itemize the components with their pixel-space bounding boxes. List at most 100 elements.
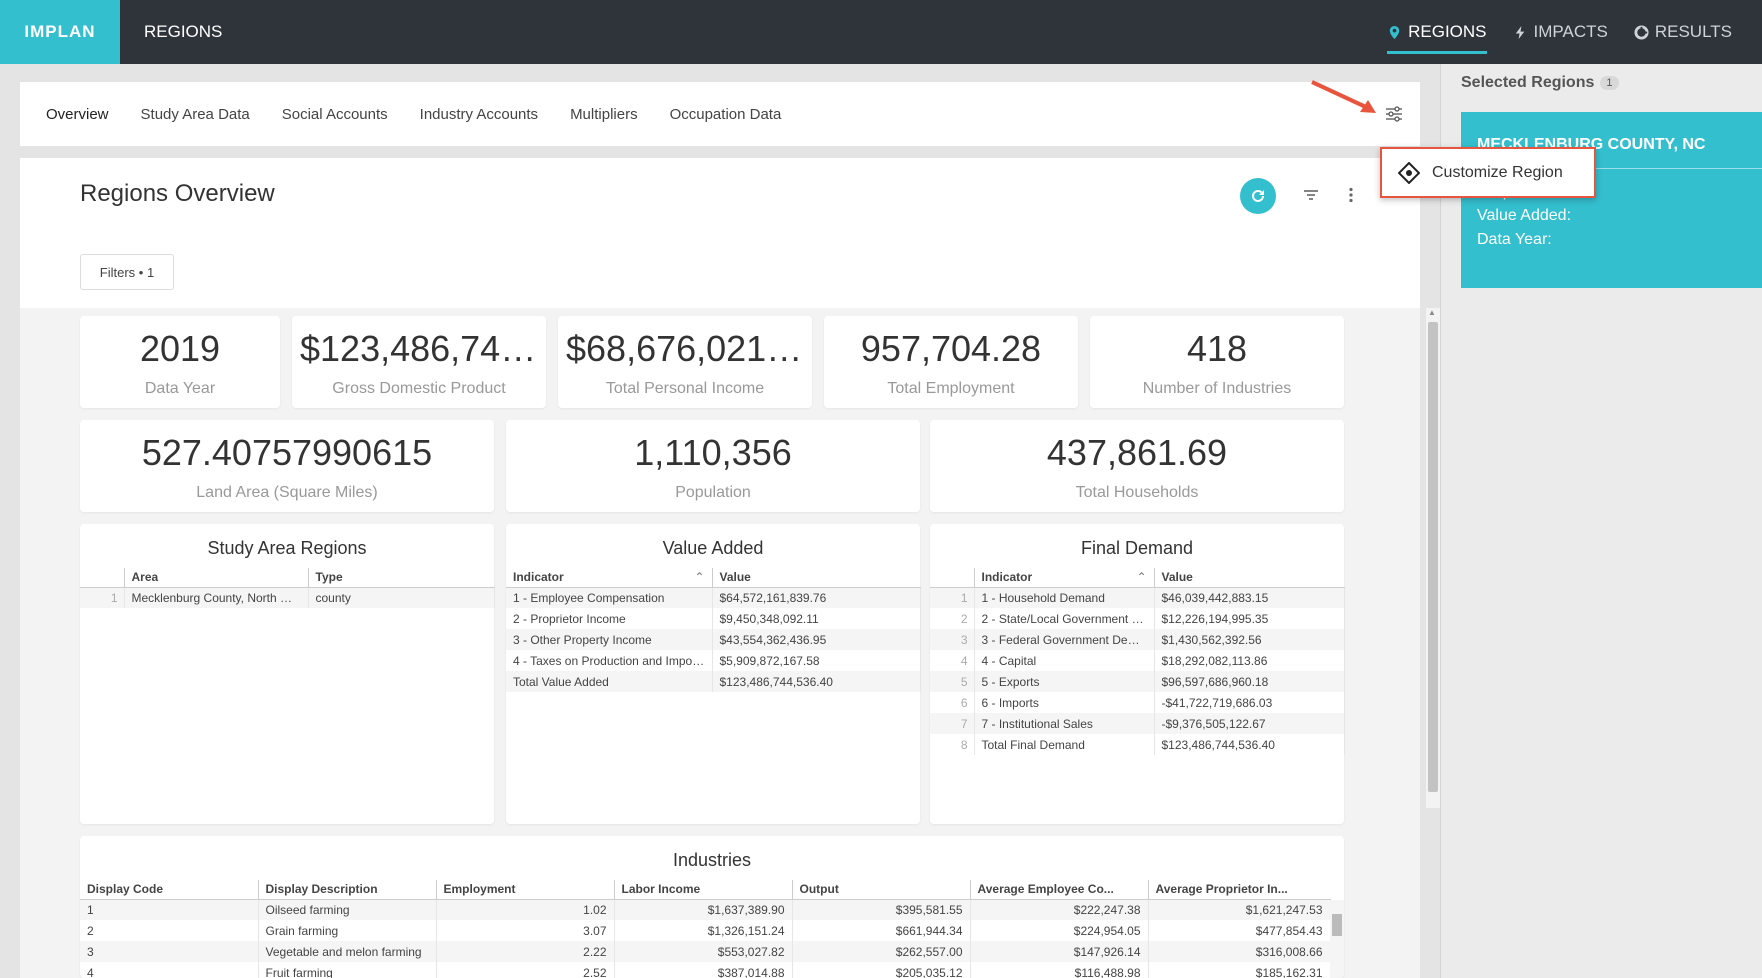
column-header-indicator[interactable]: Indicator ⌃	[506, 568, 713, 588]
pie-chart-icon	[1634, 24, 1649, 40]
tab-occupation-data[interactable]: Occupation Data	[670, 106, 782, 123]
panel-scrollbar[interactable]: ▲	[1426, 308, 1440, 808]
kpi-label: Total Employment	[887, 380, 1015, 397]
table-row[interactable]: 2 - Proprietor Income $9,450,348,092.11	[506, 608, 921, 629]
avg-employee-comp-cell: $222,247.38	[970, 899, 1149, 920]
tab-social-accounts[interactable]: Social Accounts	[282, 106, 388, 123]
column-header-area[interactable]: Area	[124, 568, 309, 588]
value-cell: -$41,722,719,686.03	[1154, 692, 1345, 713]
tab-overview[interactable]: Overview	[46, 106, 109, 123]
table-row[interactable]: 8 Total Final Demand $123,486,744,536.40	[930, 734, 1345, 755]
column-header-labor-income[interactable]: Labor Income	[614, 880, 793, 900]
indicator-cell: 2 - Proprietor Income	[506, 608, 713, 629]
card-title: Value Added	[662, 538, 764, 558]
employment-cell: 2.22	[436, 941, 615, 962]
implan-logo[interactable]: IMPLAN	[0, 0, 120, 64]
value-cell: $12,226,194,995.35	[1154, 608, 1345, 629]
table-row[interactable]: 1 - Employee Compensation $64,572,161,839…	[506, 587, 921, 608]
column-header-display-description[interactable]: Display Description	[258, 880, 437, 900]
kpi-card-population: 1,110,356 Population	[506, 420, 920, 512]
description-cell: Grain farming	[258, 920, 437, 941]
value-cell: $9,450,348,092.11	[712, 608, 921, 629]
avg-proprietor-income-cell: $185,162.31	[1148, 962, 1331, 978]
table-row[interactable]: 33 - Federal Government Demand $1,430,562…	[930, 629, 1345, 650]
table-row[interactable]: Total Value Added $123,486,744,536.40	[506, 671, 921, 692]
output-cell: $661,944.34	[792, 920, 971, 941]
table-row[interactable]: 3 Vegetable and melon farming 2.22 $553,…	[80, 941, 1331, 962]
table-row[interactable]: 1 Mecklenburg County, North Carolina cou…	[80, 587, 495, 608]
kpi-label: Total Personal Income	[605, 380, 765, 397]
table-row[interactable]: 4 - Taxes on Production and Imports $5,90…	[506, 650, 921, 671]
kpi-label: Number of Industries	[1142, 380, 1292, 397]
tab-industry-accounts[interactable]: Industry Accounts	[420, 106, 538, 123]
column-header-blank	[930, 568, 975, 588]
selected-count-badge: 1	[1600, 76, 1619, 90]
code-cell: 2	[80, 920, 259, 941]
tabs: Overview Study Area Data Social Accounts…	[46, 82, 781, 146]
column-header-output[interactable]: Output	[792, 880, 971, 900]
table-row[interactable]: 77 - Institutional Sales -$9,376,505,122.…	[930, 713, 1345, 734]
app-title: REGIONS	[144, 22, 223, 41]
nav-impacts[interactable]: IMPACTS	[1513, 0, 1608, 64]
table-row[interactable]: 1 Oilseed farming 1.02 $1,637,389.90 $39…	[80, 899, 1331, 920]
selected-regions-sidebar: Selected Regions 1 MECKLENBURG COUNTY, N…	[1440, 64, 1762, 978]
avg-proprietor-income-cell: $1,621,247.53	[1148, 899, 1331, 920]
filter-icon[interactable]	[1302, 186, 1320, 204]
row-number: 1	[930, 587, 975, 608]
table-row[interactable]: 55 - Exports $96,597,686,960.18	[930, 671, 1345, 692]
filters-button[interactable]: Filters • 1	[80, 254, 174, 290]
sliders-settings-icon[interactable]	[1382, 102, 1406, 126]
panel-scrollbar-thumb[interactable]	[1428, 322, 1438, 792]
column-header-indicator[interactable]: Indicator ⌃	[974, 568, 1155, 588]
table-row[interactable]: 2 Grain farming 3.07 $1,326,151.24 $661,…	[80, 920, 1331, 941]
indicator-cell: Total Final Demand	[974, 734, 1155, 755]
indicator-cell: 1 - Employee Compensation	[506, 587, 713, 608]
column-header-avg-employee-comp[interactable]: Average Employee Co...	[970, 880, 1149, 900]
industries-scrollbar[interactable]	[1330, 900, 1344, 978]
avg-employee-comp-cell: $147,926.14	[970, 941, 1149, 962]
output-cell: $395,581.55	[792, 899, 971, 920]
column-header-value[interactable]: Value	[712, 568, 920, 588]
customize-region-menu-item[interactable]: Customize Region	[1380, 147, 1596, 198]
refresh-button[interactable]	[1240, 178, 1276, 214]
table-row[interactable]: 3 - Other Property Income $43,554,362,436…	[506, 629, 921, 650]
tab-study-area-data[interactable]: Study Area Data	[141, 106, 250, 123]
column-header-employment[interactable]: Employment	[436, 880, 615, 900]
study-area-table: Area Type 1 Mecklenburg County, North Ca…	[80, 568, 495, 608]
kpi-label: Population	[675, 484, 751, 501]
more-options-icon[interactable]	[1342, 186, 1360, 204]
nav-results[interactable]: RESULTS	[1634, 0, 1732, 64]
indicator-cell: 7 - Institutional Sales	[974, 713, 1155, 734]
employment-cell: 1.02	[436, 899, 615, 920]
column-header-value[interactable]: Value	[1154, 568, 1344, 588]
column-header-avg-proprietor-income[interactable]: Average Proprietor In...	[1148, 880, 1330, 900]
industries-table: Display Code Display Description Employm…	[80, 880, 1331, 978]
column-header-display-code[interactable]: Display Code	[80, 880, 259, 900]
top-bar: IMPLAN REGIONS REGIONS IMPACTS RESULTS	[0, 0, 1762, 64]
table-row[interactable]: 66 - Imports -$41,722,719,686.03	[930, 692, 1345, 713]
table-row[interactable]: 44 - Capital $18,292,082,113.86	[930, 650, 1345, 671]
indicator-cell: 5 - Exports	[974, 671, 1155, 692]
indicator-cell: 6 - Imports	[974, 692, 1155, 713]
table-row[interactable]: 4 Fruit farming 2.52 $387,014.88 $205,03…	[80, 962, 1331, 978]
scroll-up-arrow-icon[interactable]: ▲	[1428, 308, 1436, 317]
indicator-cell: 4 - Capital	[974, 650, 1155, 671]
value-cell: $96,597,686,960.18	[1154, 671, 1345, 692]
indicator-cell: 4 - Taxes on Production and Imports	[506, 650, 713, 671]
nav-regions[interactable]: REGIONS	[1387, 0, 1487, 64]
region-card[interactable]: MECKLENBURG COUNTY, NC Output: Value Add…	[1461, 112, 1762, 288]
page-title: Regions Overview	[80, 180, 275, 207]
value-added-table: Indicator ⌃ Value 1 - Employee Compensati…	[506, 568, 921, 692]
table-row[interactable]: 11 - Household Demand $46,039,442,883.15	[930, 587, 1345, 608]
row-number: 3	[930, 629, 975, 650]
nav-regions-label: REGIONS	[1408, 22, 1487, 41]
value-cell: -$9,376,505,122.67	[1154, 713, 1345, 734]
area-cell: Mecklenburg County, North Carolina	[124, 587, 309, 608]
value-cell: $123,486,744,536.40	[712, 671, 921, 692]
column-header-type[interactable]: Type	[308, 568, 494, 588]
kpi-card-gdp: $123,486,744,536.40 Gross Domestic Produ…	[292, 316, 546, 408]
industries-scrollbar-thumb[interactable]	[1332, 914, 1342, 936]
table-row[interactable]: 22 - State/Local Government Demand$12,22…	[930, 608, 1345, 629]
kpi-value: 2019	[139, 328, 221, 369]
tab-multipliers[interactable]: Multipliers	[570, 106, 638, 123]
